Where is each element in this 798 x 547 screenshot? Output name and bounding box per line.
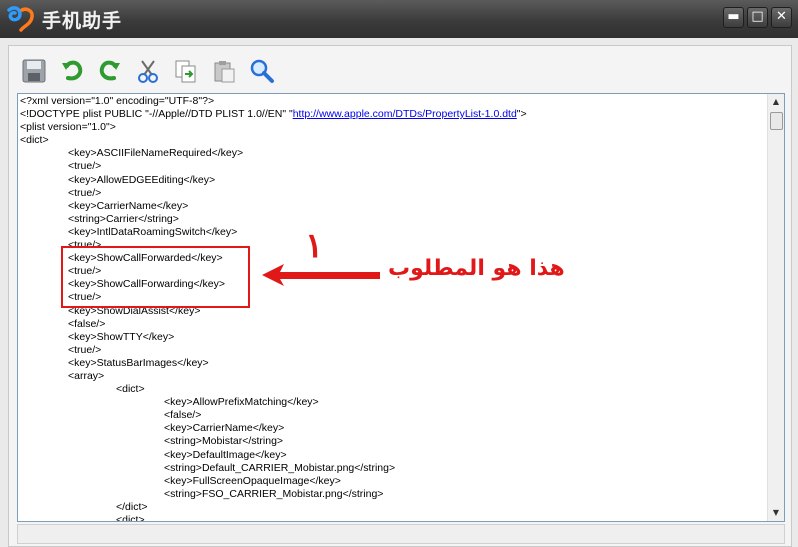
code-line-text: <!DOCTYPE plist PUBLIC "-//Apple//DTD PL… [20,108,293,121]
code-line-text: <string>Carrier</string> [68,212,179,225]
code-line: <string>FSO_CARRIER_Mobistar.png</string… [20,488,527,501]
code-line-text: <key>StatusBarImages</key> [68,356,209,369]
code-line-text: <key>ShowTTY</key> [68,330,175,343]
code-line-text: <key>FullScreenOpaqueImage</key> [164,474,341,487]
code-line: <!DOCTYPE plist PUBLIC "-//Apple//DTD PL… [20,108,527,121]
scroll-thumb[interactable] [770,112,783,130]
code-line-text: <true/> [68,343,102,356]
code-line-text: <plist version="1.0"> [20,121,116,134]
code-line-text: <key>CarrierName</key> [68,199,189,212]
code-line: <dict> [20,514,527,522]
code-line-text: <key>IntlDataRoamingSwitch</key> [68,225,238,238]
code-line: <true/> [20,160,527,173]
close-button[interactable]: ✕ [771,7,792,28]
code-line: <key>CarrierName</key> [20,422,527,435]
code-line-text: <key>AllowPrefixMatching</key> [164,396,319,409]
window-controls: ▬ □ ✕ [723,7,792,28]
main-window: 手机助手 ▬ □ ✕ <?xml version="1.0" encoding=… [0,0,798,547]
code-line-text: <dict> [116,514,145,522]
code-line: <string>Carrier</string> [20,213,527,226]
paste-button[interactable] [209,56,239,86]
title-bar[interactable]: 手机助手 ▬ □ ✕ [0,0,798,38]
magnifier-icon [250,59,274,83]
code-line-text: <key>AllowEDGEEditing</key> [68,173,216,186]
code-line-text: <string>Mobistar</string> [164,435,284,448]
code-line-text: <dict> [20,134,49,147]
code-line: <true/> [20,187,527,200]
code-line-text: <key>DefaultImage</key> [164,448,287,461]
code-line-text: <true/> [68,186,102,199]
annotation-text: هذا هو المطلوب [388,256,565,281]
toolbar [19,56,277,86]
code-line: <key>StatusBarImages</key> [20,357,527,370]
scroll-down-arrow-icon[interactable]: ▼ [768,505,784,521]
maximize-button[interactable]: □ [747,7,768,28]
code-line: <?xml version="1.0" encoding="UTF-8"?> [20,95,527,108]
minimize-button[interactable]: ▬ [723,7,744,28]
code-line-text: <false/> [164,409,202,422]
undo-button[interactable] [57,56,87,86]
code-line-text: <key>CarrierName</key> [164,422,285,435]
code-line-text: <true/> [68,160,102,173]
code-line: <plist version="1.0"> [20,121,527,134]
window-title: 手机助手 [42,10,123,32]
code-line: <true/> [20,344,527,357]
code-text[interactable]: <?xml version="1.0" encoding="UTF-8"?> <!… [20,95,527,522]
undo-icon [62,60,83,81]
code-line: <key>ASCIIFileNameRequired</key> [20,147,527,160]
code-line: <dict> [20,383,527,396]
code-line-text: </dict> [116,500,148,513]
code-line: <key>AllowEDGEEditing</key> [20,174,527,187]
cut-icon [138,60,158,83]
code-line: <string>Default_CARRIER_Mobistar.png</st… [20,462,527,475]
highlight-box [61,246,250,308]
code-line-text: <dict> [116,383,145,396]
code-line-text: <key>ASCIIFileNameRequired</key> [68,147,244,160]
redo-button[interactable] [95,56,125,86]
cut-button[interactable] [133,56,163,86]
save-button[interactable] [19,56,49,86]
code-line: <key>AllowPrefixMatching</key> [20,396,527,409]
code-line-text: <string>FSO_CARRIER_Mobistar.png</string… [164,487,384,500]
find-button[interactable] [247,56,277,86]
vertical-scrollbar[interactable]: ▲ ▼ [767,94,784,521]
code-line: <false/> [20,409,527,422]
code-line-text: <array> [68,369,105,382]
code-line: </dict> [20,501,527,514]
code-line: <false/> [20,318,527,331]
status-bar [17,524,785,544]
code-line: <string>Mobistar</string> [20,435,527,448]
code-line-text: <string>Default_CARRIER_Mobistar.png</st… [164,461,396,474]
code-line: <key>ShowTTY</key> [20,331,527,344]
app-logo-icon [7,6,34,32]
code-line: <dict> [20,134,527,147]
code-line: <key>CarrierName</key> [20,200,527,213]
paste-icon [214,61,235,83]
copy-button[interactable] [171,56,201,86]
doctype-tail: "> [516,108,527,121]
code-line: <key>FullScreenOpaqueImage</key> [20,475,527,488]
save-icon [22,59,46,83]
code-line-text: <false/> [68,317,106,330]
scroll-up-arrow-icon[interactable]: ▲ [768,94,784,110]
code-line: <key>DefaultImage</key> [20,449,527,462]
code-line: <array> [20,370,527,383]
copy-icon [175,60,196,83]
dtd-link[interactable]: http://www.apple.com/DTDs/PropertyList-1… [293,108,517,120]
code-line-text: <?xml version="1.0" encoding="UTF-8"?> [20,95,215,107]
annotation-number: ١ [305,226,324,266]
redo-icon [99,60,120,81]
code-line: <key>IntlDataRoamingSwitch</key> [20,226,527,239]
